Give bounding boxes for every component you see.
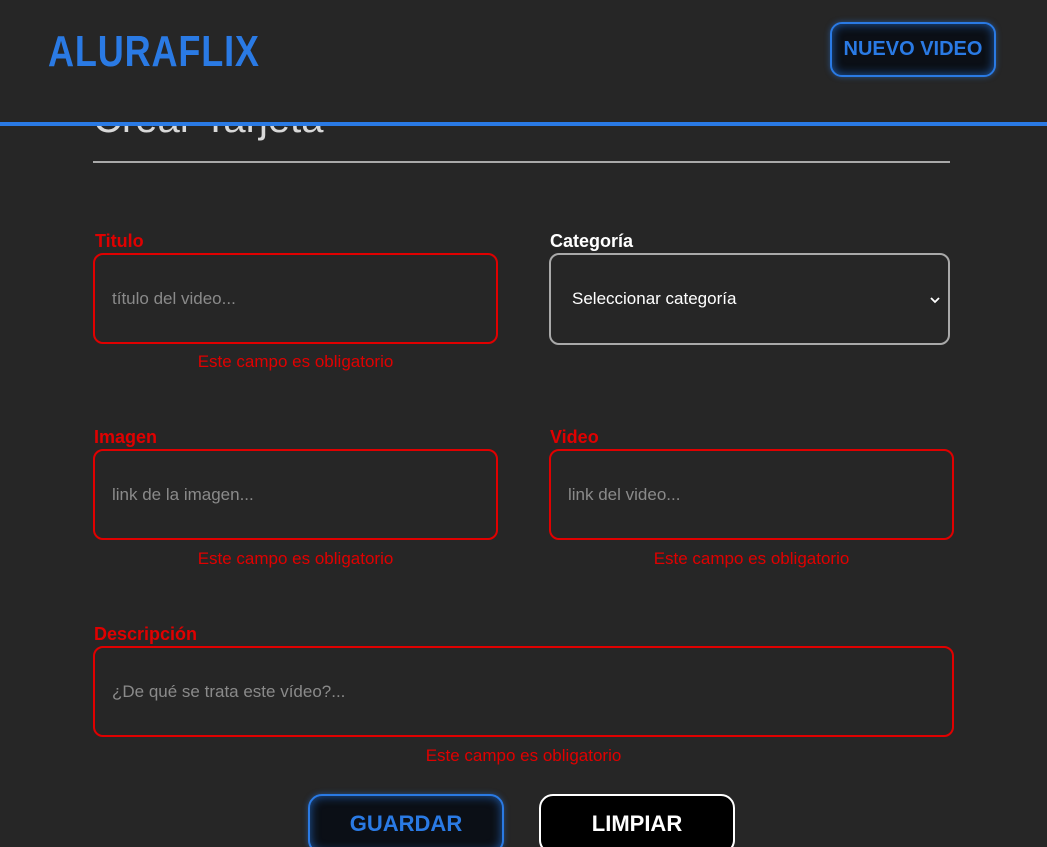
imagen-placeholder: link de la imagen... [112,484,254,504]
descripcion-label: Descripción [94,624,198,644]
imagen-label: Imagen [94,427,158,447]
video-input[interactable]: link del video... [549,449,954,540]
titulo-error: Este campo es obligatorio [197,352,394,371]
title-divider [93,161,950,163]
header: ALURAFLIX NUEVO VIDEO [0,0,1047,126]
titulo-placeholder: título del video... [112,288,236,308]
descripcion-textarea[interactable]: ¿De qué se trata este vídeo?... [93,646,954,737]
video-placeholder: link del video... [568,484,681,504]
page: Crear Tarjeta ALURAFLIX NUEVO VIDEO Titu… [0,0,1047,847]
titulo-label: Titulo [95,231,144,251]
video-label: Video [550,427,599,447]
new-video-button[interactable]: NUEVO VIDEO [830,22,996,77]
categoria-select[interactable]: Seleccionar categoría [549,253,950,345]
logo[interactable]: ALURAFLIX [48,26,260,78]
save-button[interactable]: GUARDAR [308,794,504,847]
categoria-selected-value: Seleccionar categoría [572,289,737,308]
descripcion-error: Este campo es obligatorio [425,746,622,765]
titulo-input[interactable]: título del video... [93,253,498,344]
chevron-down-icon [930,291,940,307]
imagen-input[interactable]: link de la imagen... [93,449,498,540]
video-error: Este campo es obligatorio [653,549,850,568]
clear-button[interactable]: LIMPIAR [539,794,735,847]
categoria-label: Categoría [550,231,634,251]
descripcion-placeholder: ¿De qué se trata este vídeo?... [112,681,346,701]
imagen-error: Este campo es obligatorio [197,549,394,568]
